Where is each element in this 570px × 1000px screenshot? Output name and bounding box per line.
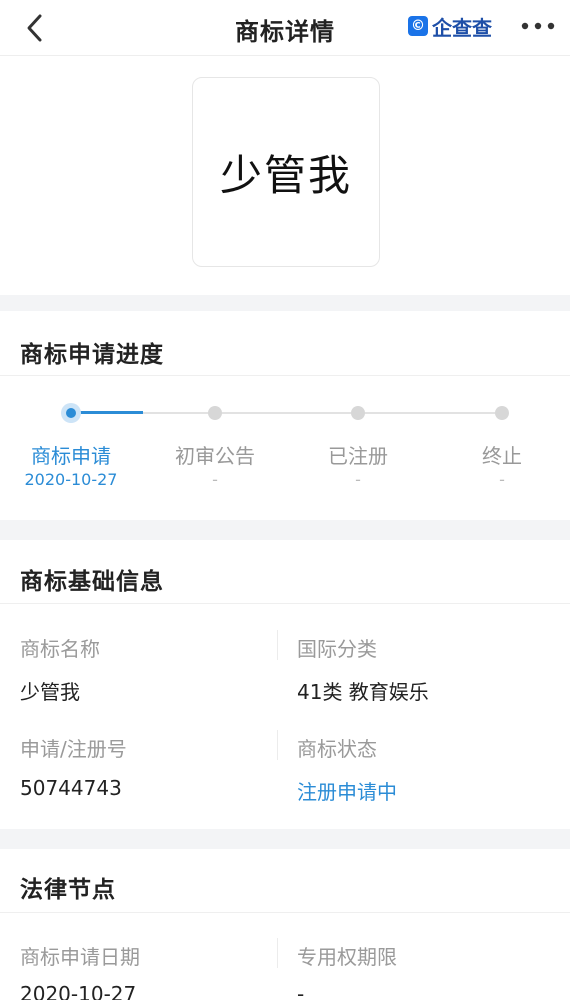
status-label: 商标状态: [297, 737, 377, 761]
legal-section-title: 法律节点: [20, 877, 116, 903]
intl-class-label: 国际分类: [297, 637, 377, 661]
trademark-image-text: 少管我: [219, 150, 352, 200]
top-nav-bar: 商标详情 © 企查查: [0, 0, 570, 56]
apply-date-label: 商标申请日期: [20, 945, 140, 969]
brand-name: 企查查: [432, 15, 492, 40]
step-date: -: [355, 470, 361, 489]
brand-link[interactable]: © 企查查: [408, 12, 492, 40]
step-dot-active: [61, 403, 81, 423]
step-label: 已注册: [328, 444, 388, 468]
reg-number-label: 申请/注册号: [20, 737, 127, 761]
status-value-link[interactable]: 注册申请中: [297, 776, 397, 805]
progress-section-title: 商标申请进度: [20, 342, 164, 368]
brand-logo-icon: ©: [408, 16, 428, 36]
reg-number-value: 50744743: [20, 776, 122, 800]
section-gap: [0, 829, 570, 849]
more-dots-icon[interactable]: [520, 18, 556, 34]
intl-class-value[interactable]: 41类 教育娱乐: [297, 676, 429, 705]
basic-info-section-title: 商标基础信息: [20, 569, 164, 595]
step-date: -: [499, 470, 505, 489]
step-label: 商标申请: [31, 444, 111, 468]
apply-date-value: 2020-10-27: [20, 982, 137, 1000]
step-label: 初审公告: [175, 444, 255, 468]
exclusive-term-label: 专用权期限: [297, 945, 397, 969]
trademark-name-label: 商标名称: [20, 637, 100, 661]
step-label: 终止: [482, 444, 522, 468]
trademark-image-card[interactable]: 少管我: [192, 77, 380, 267]
trademark-name-value: 少管我: [20, 680, 80, 704]
column-separator: [277, 730, 278, 760]
column-separator: [277, 630, 278, 660]
step-dot: [208, 406, 222, 420]
divider: [0, 603, 570, 604]
section-gap: [0, 295, 570, 311]
exclusive-term-value: -: [297, 982, 305, 1000]
divider: [0, 375, 570, 376]
step-date: -: [212, 470, 218, 489]
step-dot: [351, 406, 365, 420]
section-gap: [0, 520, 570, 540]
column-separator: [277, 938, 278, 968]
divider: [0, 912, 570, 913]
step-date: 2020-10-27: [24, 470, 118, 489]
progress-track-active: [71, 411, 143, 414]
step-dot: [495, 406, 509, 420]
